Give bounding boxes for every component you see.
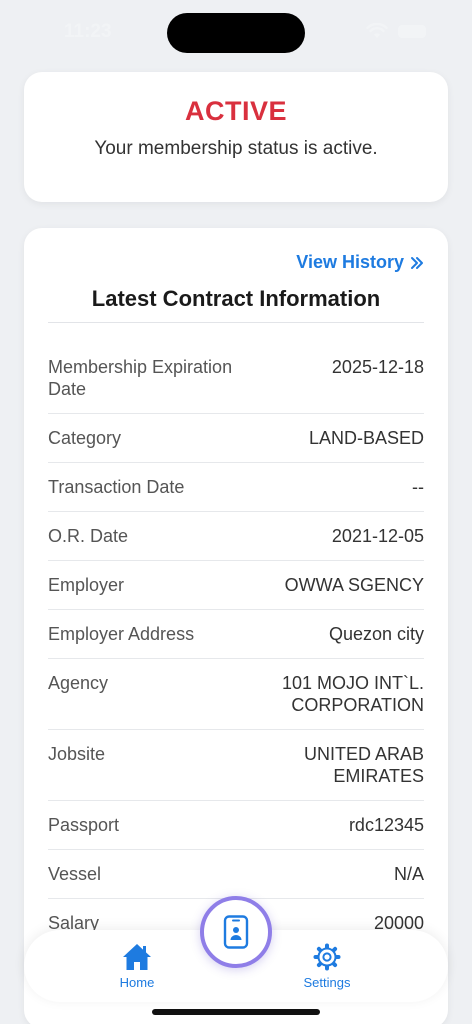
info-value: 101 MOJO INT`L. CORPORATION [281, 673, 424, 715]
info-row-or-date: O.R. Date 2021-12-05 [48, 512, 424, 561]
info-label: Employer [48, 575, 125, 595]
status-bar: 11:23 [0, 0, 472, 60]
info-label: Category [48, 428, 122, 448]
nav-settings[interactable]: Settings [282, 942, 372, 990]
double-chevron-right-icon [411, 256, 423, 269]
battery-icon [398, 25, 426, 38]
gear-icon [313, 943, 341, 971]
view-history-link[interactable]: View History [296, 252, 424, 273]
wifi-icon [366, 23, 388, 38]
nav-home[interactable]: Home [92, 942, 182, 990]
phone-id-icon [223, 915, 249, 949]
info-label: Employer Address [48, 624, 195, 644]
info-label: O.R. Date [48, 526, 129, 546]
info-row-employer-address: Employer Address Quezon city [48, 610, 424, 659]
info-label: Agency [48, 673, 109, 693]
status-time: 11:23 [64, 21, 112, 42]
info-value: N/A [393, 864, 424, 884]
info-value: -- [412, 477, 424, 497]
info-value: OWWA SGENCY [284, 575, 424, 595]
info-label: Membership Expiration Date [48, 357, 233, 399]
info-label: Vessel [48, 864, 102, 884]
info-row-employer: Employer OWWA SGENCY [48, 561, 424, 610]
info-value: 2021-12-05 [331, 526, 424, 546]
app-screen: 11:23 ACTIVE Your membership status is a… [0, 0, 472, 1024]
info-row-passport: Passport rdc12345 [48, 801, 424, 850]
nav-home-label: Home [119, 975, 155, 990]
home-icon [123, 944, 151, 970]
home-indicator [152, 1009, 320, 1015]
contract-info-list: Membership Expiration Date 2025-12-18 Ca… [48, 344, 424, 947]
digital-id-button[interactable] [200, 896, 272, 968]
membership-status-card: ACTIVE Your membership status is active. [24, 72, 448, 202]
info-row-transaction-date: Transaction Date -- [48, 463, 424, 512]
info-row-category: Category LAND-BASED [48, 414, 424, 463]
info-row-membership-expiration: Membership Expiration Date 2025-12-18 [48, 344, 424, 414]
dynamic-island [167, 13, 305, 53]
info-row-vessel: Vessel N/A [48, 850, 424, 899]
contract-title: Latest Contract Information [91, 286, 381, 311]
info-value: LAND-BASED [308, 428, 424, 448]
view-history-label: View History [296, 252, 404, 272]
info-value: 2025-12-18 [331, 357, 424, 377]
membership-status-description: Your membership status is active. [94, 138, 378, 159]
membership-status: ACTIVE [184, 96, 287, 126]
info-label: Transaction Date [48, 477, 185, 497]
info-row-agency: Agency 101 MOJO INT`L. CORPORATION [48, 659, 424, 730]
info-label: Passport [48, 815, 120, 835]
info-value: Quezon city [328, 624, 424, 644]
title-divider [48, 322, 424, 323]
nav-settings-label: Settings [303, 975, 351, 990]
info-value: rdc12345 [348, 815, 424, 835]
info-row-jobsite: Jobsite UNITED ARAB EMIRATES [48, 730, 424, 801]
info-value: UNITED ARAB EMIRATES [303, 744, 424, 786]
info-label: Jobsite [48, 744, 106, 764]
